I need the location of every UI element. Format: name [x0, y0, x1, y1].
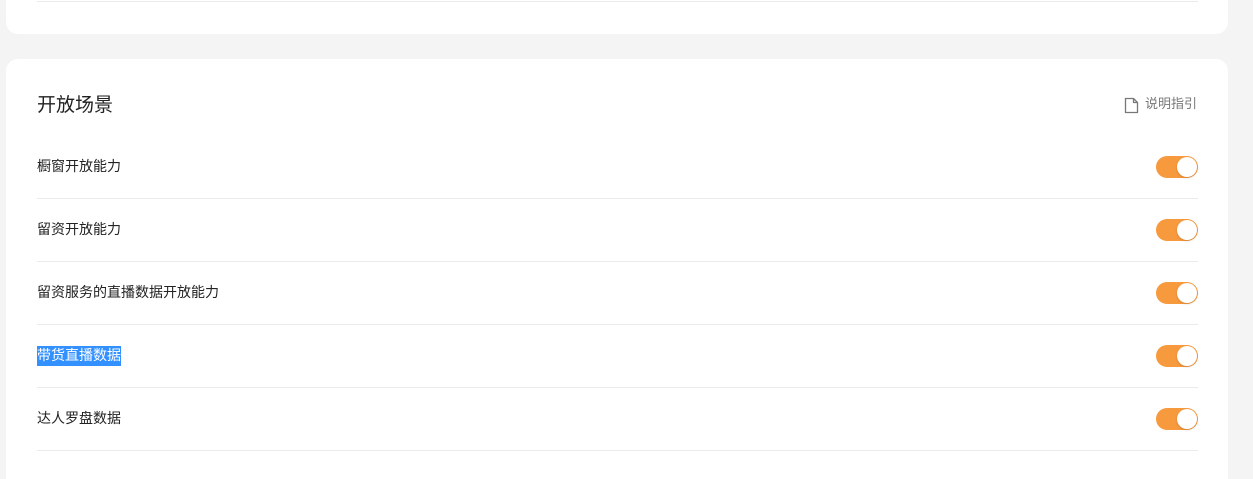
scenario-row: 橱窗开放能力	[37, 136, 1198, 199]
scenario-label: 留资开放能力	[37, 222, 121, 238]
scenario-row: 留资开放能力	[37, 199, 1198, 262]
scenario-toggle[interactable]	[1156, 156, 1198, 178]
divider	[37, 1, 1198, 2]
toggle-knob	[1177, 346, 1197, 366]
scenario-list: 橱窗开放能力 留资开放能力 留资服务的直播数据开放能力 带货直播数据 达人罗盘数…	[37, 136, 1198, 451]
scenario-row: 留资服务的直播数据开放能力	[37, 262, 1198, 325]
toggle-knob	[1177, 157, 1197, 177]
scenario-label: 达人罗盘数据	[37, 411, 121, 427]
guide-link-label: 说明指引	[1144, 97, 1197, 112]
scenario-toggle[interactable]	[1156, 345, 1198, 367]
toggle-knob	[1177, 283, 1197, 303]
toggle-knob	[1177, 220, 1197, 240]
document-icon	[1124, 97, 1139, 113]
scenario-label: 橱窗开放能力	[37, 159, 121, 175]
scenario-label: 留资服务的直播数据开放能力	[37, 285, 219, 301]
guide-link[interactable]: 说明指引	[1124, 96, 1197, 114]
scenario-toggle[interactable]	[1156, 408, 1198, 430]
open-scenarios-card: 开放场景 说明指引 橱窗开放能力 留资开放能力 留资服务的直播数据开放能力 带货…	[6, 59, 1228, 479]
scenario-row: 达人罗盘数据	[37, 388, 1198, 451]
scenario-label: 带货直播数据	[37, 346, 121, 366]
scenario-toggle[interactable]	[1156, 219, 1198, 241]
scenario-toggle[interactable]	[1156, 282, 1198, 304]
previous-card	[6, 0, 1228, 34]
toggle-knob	[1177, 409, 1197, 429]
section-title: 开放场景	[37, 94, 114, 116]
scenario-row: 带货直播数据	[37, 325, 1198, 388]
